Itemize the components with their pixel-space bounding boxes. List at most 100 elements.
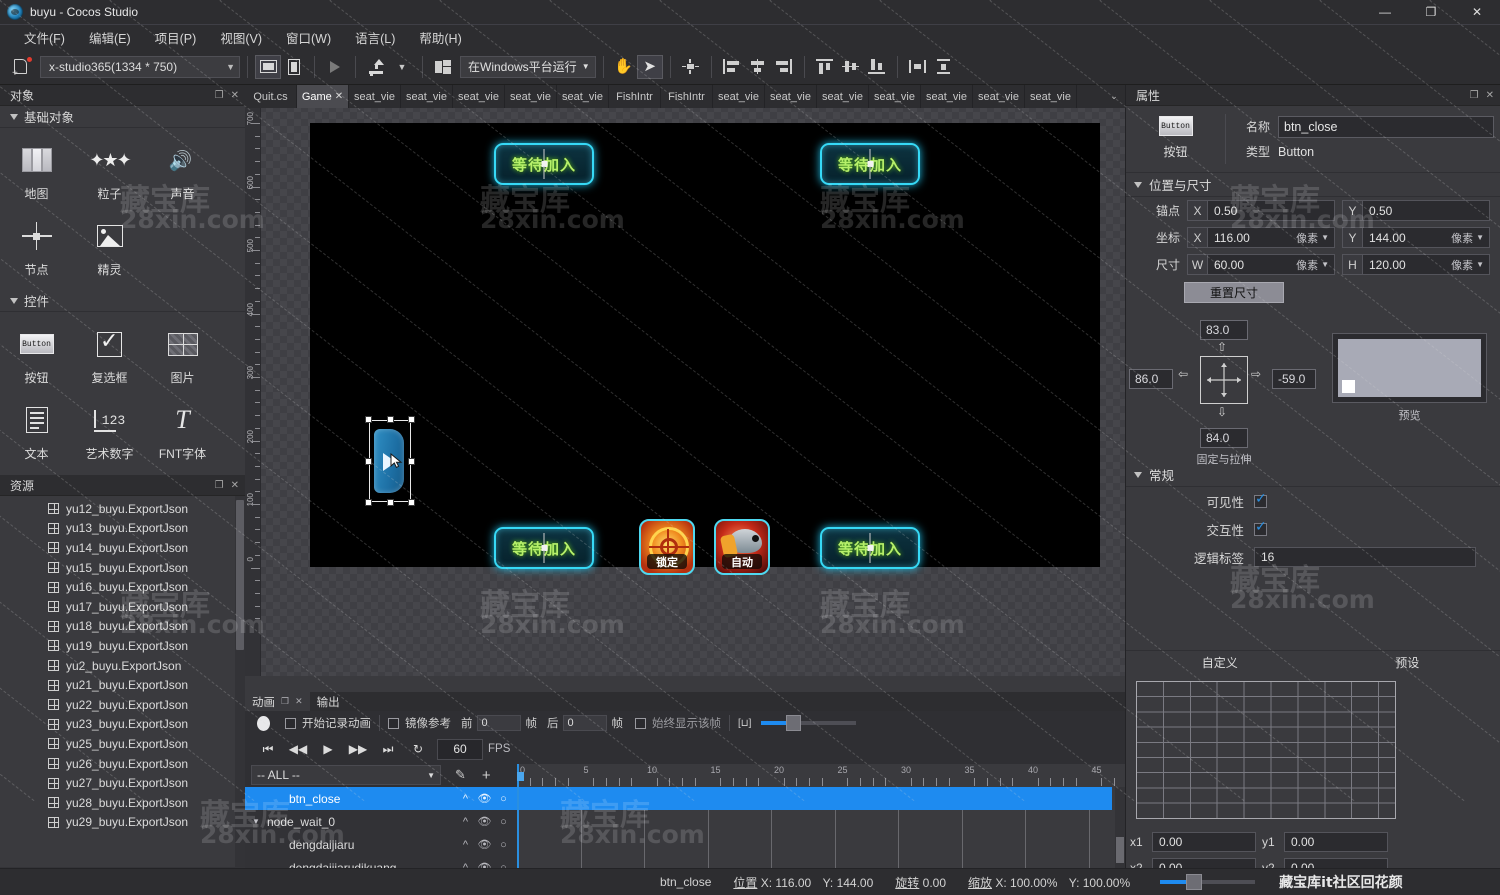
menu-item-project[interactable]: 项目(P) (143, 25, 209, 50)
resource-list-item[interactable]: yu15_buyu.ExportJson (0, 558, 235, 578)
widget-item-text[interactable]: 文本 (0, 394, 73, 470)
resource-list-item[interactable]: yu27_buyu.ExportJson (0, 773, 235, 793)
document-tab[interactable]: seat_vie (973, 85, 1025, 108)
resize-handle-s[interactable] (386, 499, 394, 506)
curve-grid-canvas[interactable] (1136, 681, 1396, 819)
visibility-icon[interactable]: 👁 (475, 792, 494, 805)
timeline-vscroll-thumb[interactable] (1116, 837, 1124, 863)
distribute-vertical-button[interactable] (931, 55, 957, 79)
visibility-icon[interactable]: 👁 (475, 815, 494, 828)
hand-tool-button[interactable]: ✋ (611, 55, 637, 79)
resource-list-item[interactable]: yu25_buyu.ExportJson (0, 734, 235, 754)
tab-float-icon[interactable]: ❐ (281, 696, 289, 707)
widget-item-button[interactable]: Button 按钮 (0, 318, 73, 394)
x1-input[interactable]: 0.00 (1152, 832, 1256, 852)
publish-dropdown[interactable]: ▼ (389, 55, 415, 79)
menu-item-edit[interactable]: 编辑(E) (77, 25, 143, 50)
go-to-end-button[interactable]: ⏭ (373, 738, 403, 760)
align-center-both-button[interactable] (678, 55, 704, 79)
coordinate-x-input[interactable]: X 116.00 像素 ▼ (1187, 227, 1335, 248)
resize-handle-e[interactable] (408, 457, 415, 465)
animation-track-row[interactable]: ▼ node_wait_0 ^ 👁 ○ (245, 810, 517, 833)
document-tab[interactable]: seat_vie (349, 85, 401, 108)
play-button[interactable] (322, 55, 348, 79)
group-header-basic-objects[interactable]: 基础对象 (0, 106, 245, 128)
record-animation-checkbox[interactable] (285, 717, 296, 729)
resources-list[interactable]: yu12_buyu.ExportJson yu13_buyu.ExportJson… (0, 496, 245, 867)
distribute-horizontal-button[interactable] (905, 55, 931, 79)
tab-curve-preset[interactable]: 预设 (1314, 654, 1500, 671)
more-tabs-icon[interactable]: ⌄ (1103, 85, 1125, 108)
document-tab[interactable]: Game ✕ (297, 85, 349, 108)
resources-scrollbar[interactable] (235, 496, 245, 867)
name-input[interactable]: btn_close (1278, 115, 1494, 138)
object-item-map[interactable]: 地图 (0, 134, 73, 210)
interactive-checkbox[interactable] (1254, 518, 1267, 536)
add-animation-icon[interactable]: + (482, 767, 491, 784)
record-track-icon[interactable]: ○ (494, 793, 513, 805)
record-dot-icon[interactable] (251, 715, 275, 731)
run-platform-button[interactable]: 在Windows平台运行 ▼ (460, 55, 596, 78)
resource-list-item[interactable]: yu18_buyu.ExportJson (0, 617, 235, 637)
object-item-node[interactable]: 节点 (0, 210, 73, 286)
resource-list-item[interactable]: yu28_buyu.ExportJson (0, 793, 235, 813)
resource-list-item[interactable]: yu21_buyu.ExportJson (0, 675, 235, 695)
stretch-top-input[interactable]: 83.0 (1200, 320, 1248, 340)
stage-viewport[interactable]: 等待加入 等待加入 等待加入 等待加入 (261, 108, 1125, 676)
align-left-button[interactable] (719, 55, 745, 79)
resize-handle-w[interactable] (365, 457, 372, 465)
game-stage[interactable]: 等待加入 等待加入 等待加入 等待加入 (310, 123, 1100, 575)
mirror-reference-checkbox[interactable] (388, 717, 399, 729)
resource-list-item[interactable]: yu2_buyu.ExportJson (0, 656, 235, 676)
align-bottom-button[interactable] (864, 55, 890, 79)
stretch-bottom-input[interactable]: 84.0 (1200, 428, 1248, 448)
anchor-x-input[interactable]: X 0.50 (1187, 200, 1335, 221)
zoom-slider-knob[interactable] (1186, 874, 1203, 890)
minimize-button[interactable]: — (1362, 0, 1408, 25)
resource-list-item[interactable]: yu23_buyu.ExportJson (0, 715, 235, 735)
align-center-h-button[interactable] (745, 55, 771, 79)
widget-item-art-number[interactable]: 123 艺术数字 (73, 394, 146, 470)
document-tab[interactable]: seat_vie (401, 85, 453, 108)
y1-input[interactable]: 0.00 (1284, 832, 1388, 852)
visible-checkbox[interactable] (1254, 490, 1267, 508)
menu-item-language[interactable]: 语言(L) (343, 25, 407, 50)
animation-track-row[interactable]: btn_close ^ 👁 ○ (245, 787, 517, 810)
resolution-combobox[interactable]: x-studio365(1334 * 750) ▼ (40, 55, 240, 78)
menu-item-help[interactable]: 帮助(H) (407, 25, 473, 50)
record-track-icon[interactable]: ○ (494, 816, 513, 828)
resources-panel-float-icon[interactable]: ❐ (215, 480, 224, 491)
coordinate-y-input[interactable]: Y 144.00 像素 ▼ (1342, 227, 1490, 248)
document-tab[interactable]: seat_vie (557, 85, 609, 108)
menu-item-window[interactable]: 窗口(W) (274, 25, 343, 50)
align-middle-button[interactable] (838, 55, 864, 79)
selected-track-band[interactable] (517, 787, 1112, 810)
timeline-zoom-slider[interactable] (761, 715, 857, 731)
stretch-left-input[interactable]: 86.0 (1129, 369, 1173, 389)
tab-curve-custom[interactable]: 自定义 (1126, 654, 1314, 671)
go-to-start-button[interactable]: ⏮ (253, 738, 283, 760)
resize-handle-sw[interactable] (365, 499, 372, 506)
resource-list-item[interactable]: yu29_buyu.ExportJson (0, 813, 235, 833)
collapse-track-icon[interactable]: ^ (456, 839, 475, 851)
auto-button[interactable]: 自动 (714, 519, 770, 575)
tab-animation[interactable]: 动画 ❐ ✕ (245, 692, 310, 711)
chevron-down-icon[interactable]: ▼ (245, 817, 267, 826)
logic-tag-input[interactable]: 16 (1254, 547, 1476, 567)
play-animation-button[interactable]: ▶ (313, 738, 343, 760)
resource-list-item[interactable]: yu16_buyu.ExportJson (0, 577, 235, 597)
pin-right-icon[interactable]: ⇨ (1251, 367, 1261, 381)
reset-size-button[interactable]: 重置尺寸 (1184, 282, 1284, 303)
selected-node-btn-close[interactable] (365, 416, 415, 506)
maximize-button[interactable]: ❐ (1408, 0, 1454, 25)
document-tab[interactable]: seat_vie (869, 85, 921, 108)
anchor-y-input[interactable]: Y 0.50 (1342, 200, 1490, 221)
document-tab[interactable]: seat_vie (1025, 85, 1077, 108)
wait-join-button-4[interactable]: 等待加入 (820, 527, 920, 569)
chevron-down-icon[interactable]: ▼ (1321, 233, 1334, 242)
resources-panel-close-icon[interactable]: ✕ (231, 480, 239, 491)
resize-handle-nw[interactable] (365, 416, 372, 423)
resize-handle-n[interactable] (386, 416, 394, 423)
resource-list-item[interactable]: yu22_buyu.ExportJson (0, 695, 235, 715)
resource-list-item[interactable]: yu14_buyu.ExportJson (0, 538, 235, 558)
